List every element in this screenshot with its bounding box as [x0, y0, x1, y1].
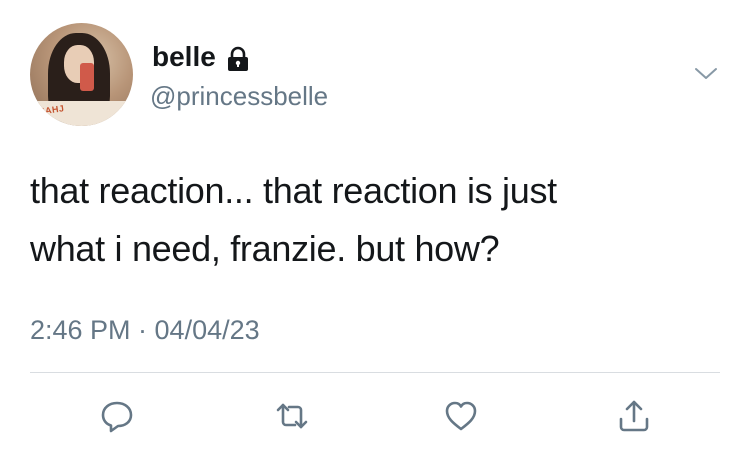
tweet-card: ЯAHJ belle @princessbelle that reaction.… — [0, 0, 750, 461]
retweet-button[interactable] — [272, 396, 312, 436]
share-icon — [619, 400, 649, 432]
user-handle[interactable]: @princessbelle — [150, 80, 328, 112]
avatar-phone — [80, 63, 94, 91]
lock-icon — [228, 46, 248, 71]
timestamp[interactable]: 2:46 PM · 04/04/23 — [30, 313, 260, 347]
reply-button[interactable] — [97, 396, 137, 436]
reply-icon — [101, 401, 133, 433]
avatar[interactable]: ЯAHJ — [30, 23, 133, 126]
divider — [30, 372, 720, 373]
like-icon — [445, 401, 477, 431]
chevron-down-icon[interactable] — [694, 64, 718, 84]
tweet-text: that reaction... that reaction is just w… — [30, 162, 720, 278]
tweet-text-line-1: that reaction... that reaction is just — [30, 170, 557, 211]
retweet-icon — [276, 403, 308, 429]
display-name[interactable]: belle — [152, 40, 216, 74]
like-button[interactable] — [441, 396, 481, 436]
share-button[interactable] — [614, 396, 654, 436]
tweet-text-line-2: what i need, franzie. but how? — [30, 228, 500, 269]
